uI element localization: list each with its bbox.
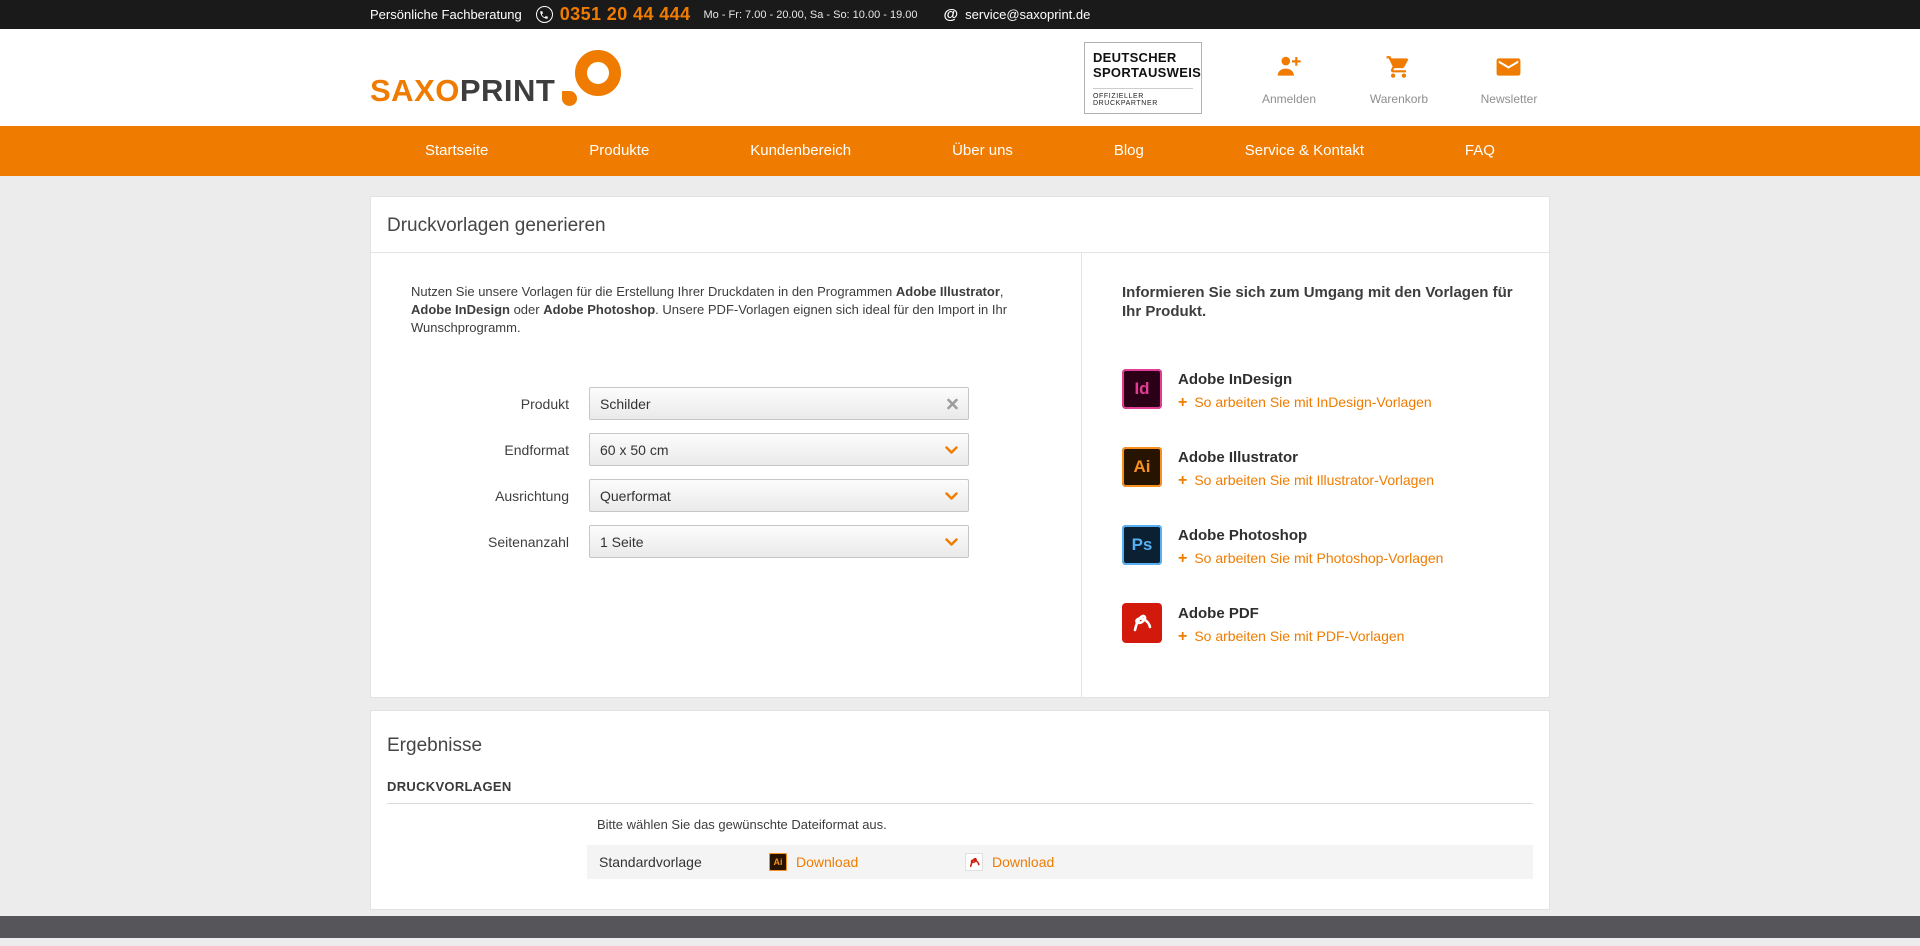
at-icon: @ xyxy=(944,6,959,23)
produkt-label: Produkt xyxy=(371,396,569,412)
illustrator-row: Ai Adobe Illustrator +So arbeiten Sie mi… xyxy=(1122,447,1525,490)
user-login-icon xyxy=(1275,54,1302,85)
templates-info-panel: Informieren Sie sich zum Umgang mit den … xyxy=(1082,253,1549,697)
indesign-icon: Id xyxy=(1122,369,1162,409)
badge-line1: DEUTSCHER xyxy=(1093,50,1193,65)
download-ai-link[interactable]: Ai Download xyxy=(769,853,965,871)
nav-item-startseite[interactable]: Startseite xyxy=(425,126,488,176)
plus-icon: + xyxy=(1178,550,1187,568)
results-body: Bitte wählen Sie das gewünschte Dateifor… xyxy=(371,817,1549,909)
photoshop-name: Adobe Photoshop xyxy=(1178,527,1443,544)
indesign-row: Id Adobe InDesign +So arbeiten Sie mit I… xyxy=(1122,369,1525,412)
topbar-label: Persönliche Fachberatung xyxy=(370,7,522,22)
phone-icon xyxy=(536,6,553,23)
logo-ring-icon xyxy=(559,50,623,106)
email-link[interactable]: service@saxoprint.de xyxy=(965,7,1090,22)
badge-line3: OFFIZIELLER DRUCKPARTNER xyxy=(1093,88,1193,107)
form-row-seitenanzahl: Seitenanzahl 1 Seite xyxy=(371,525,1081,558)
partner-badge: DEUTSCHER SPORTAUSWEIS OFFIZIELLER DRUCK… xyxy=(1084,42,1202,114)
indesign-name: Adobe InDesign xyxy=(1178,371,1432,388)
topbar: Persönliche Fachberatung 0351 20 44 444 … xyxy=(0,0,1920,29)
photoshop-icon: Ps xyxy=(1122,525,1162,565)
photoshop-row: Ps Adobe Photoshop +So arbeiten Sie mit … xyxy=(1122,525,1525,568)
ausrichtung-label: Ausrichtung xyxy=(371,488,569,504)
newsletter-label: Newsletter xyxy=(1481,92,1538,106)
plus-icon: + xyxy=(1178,628,1187,646)
pdf-icon xyxy=(1122,603,1162,643)
cart-button[interactable]: Warenkorb xyxy=(1358,50,1440,106)
newsletter-button[interactable]: Newsletter xyxy=(1468,50,1550,106)
chevron-down-icon xyxy=(945,446,958,454)
template-name: Standardvorlage xyxy=(599,854,769,870)
photoshop-link[interactable]: +So arbeiten Sie mit Photoshop-Vorlagen xyxy=(1178,550,1443,568)
template-form: Produkt Schilder Endformat 60 x 50 cm xyxy=(371,387,1081,558)
intro-text: Nutzen Sie unsere Vorlagen für die Erste… xyxy=(411,283,1036,337)
chevron-down-icon xyxy=(945,538,958,546)
chevron-down-icon xyxy=(945,492,958,500)
results-section-label: DRUCKVORLAGEN xyxy=(387,779,1533,804)
login-label: Anmelden xyxy=(1262,92,1316,106)
ausrichtung-select[interactable]: Querformat xyxy=(589,479,969,512)
info-heading: Informieren Sie sich zum Umgang mit den … xyxy=(1122,283,1525,321)
indesign-link[interactable]: +So arbeiten Sie mit InDesign-Vorlagen xyxy=(1178,394,1432,412)
login-button[interactable]: Anmelden xyxy=(1248,50,1330,106)
nav-item-ueber-uns[interactable]: Über uns xyxy=(952,126,1013,176)
results-card: Ergebnisse DRUCKVORLAGEN Bitte wählen Si… xyxy=(370,710,1550,910)
seitenanzahl-label: Seitenanzahl xyxy=(371,534,569,550)
saxoprint-logo[interactable]: SAXOPRINT xyxy=(370,50,623,106)
results-title: Ergebnisse xyxy=(371,711,1549,757)
main-nav: Startseite Produkte Kundenbereich Über u… xyxy=(0,126,1920,176)
nav-item-faq[interactable]: FAQ xyxy=(1465,126,1495,176)
produkt-field[interactable]: Schilder xyxy=(589,387,969,420)
pdf-file-icon xyxy=(965,853,983,871)
pdf-row: Adobe PDF +So arbeiten Sie mit PDF-Vorla… xyxy=(1122,603,1525,646)
table-row: Standardvorlage Ai Download Download xyxy=(587,845,1533,879)
nav-item-blog[interactable]: Blog xyxy=(1114,126,1144,176)
pdf-name: Adobe PDF xyxy=(1178,605,1404,622)
endformat-label: Endformat xyxy=(371,442,569,458)
cart-icon xyxy=(1385,54,1412,85)
page-title: Druckvorlagen generieren xyxy=(371,197,1549,253)
form-row-endformat: Endformat 60 x 50 cm xyxy=(371,433,1081,466)
illustrator-link[interactable]: +So arbeiten Sie mit Illustrator-Vorlage… xyxy=(1178,472,1434,490)
nav-item-kundenbereich[interactable]: Kundenbereich xyxy=(750,126,851,176)
footer xyxy=(0,916,1920,938)
illustrator-icon: Ai xyxy=(1122,447,1162,487)
download-pdf-link[interactable]: Download xyxy=(965,853,1161,871)
plus-icon: + xyxy=(1178,394,1187,412)
generator-card: Druckvorlagen generieren Nutzen Sie unse… xyxy=(370,196,1550,698)
nav-item-produkte[interactable]: Produkte xyxy=(589,126,649,176)
opening-hours: Mo - Fr: 7.00 - 20.00, Sa - So: 10.00 - … xyxy=(704,9,918,21)
clear-icon[interactable] xyxy=(947,398,958,409)
ai-file-icon: Ai xyxy=(769,853,787,871)
format-hint: Bitte wählen Sie das gewünschte Dateifor… xyxy=(597,817,1533,832)
plus-icon: + xyxy=(1178,472,1187,490)
phone-number-link[interactable]: 0351 20 44 444 xyxy=(560,4,691,25)
illustrator-name: Adobe Illustrator xyxy=(1178,449,1434,466)
endformat-select[interactable]: 60 x 50 cm xyxy=(589,433,969,466)
cart-label: Warenkorb xyxy=(1370,92,1428,106)
form-row-ausrichtung: Ausrichtung Querformat xyxy=(371,479,1081,512)
seitenanzahl-select[interactable]: 1 Seite xyxy=(589,525,969,558)
badge-line2: SPORTAUSWEIS xyxy=(1093,65,1193,80)
logo-text-print: PRINT xyxy=(460,75,556,106)
logo-text-saxo: SAXO xyxy=(370,75,460,106)
envelope-icon xyxy=(1495,54,1522,85)
header-actions: Anmelden Warenkorb Newsletter xyxy=(1248,50,1550,106)
generator-form-panel: Nutzen Sie unsere Vorlagen für die Erste… xyxy=(371,253,1082,697)
header: SAXOPRINT DEUTSCHER SPORTAUSWEIS OFFIZIE… xyxy=(0,29,1920,126)
form-row-produkt: Produkt Schilder xyxy=(371,387,1081,420)
main-content: Druckvorlagen generieren Nutzen Sie unse… xyxy=(370,196,1550,910)
nav-item-service-kontakt[interactable]: Service & Kontakt xyxy=(1245,126,1364,176)
pdf-link[interactable]: +So arbeiten Sie mit PDF-Vorlagen xyxy=(1178,628,1404,646)
